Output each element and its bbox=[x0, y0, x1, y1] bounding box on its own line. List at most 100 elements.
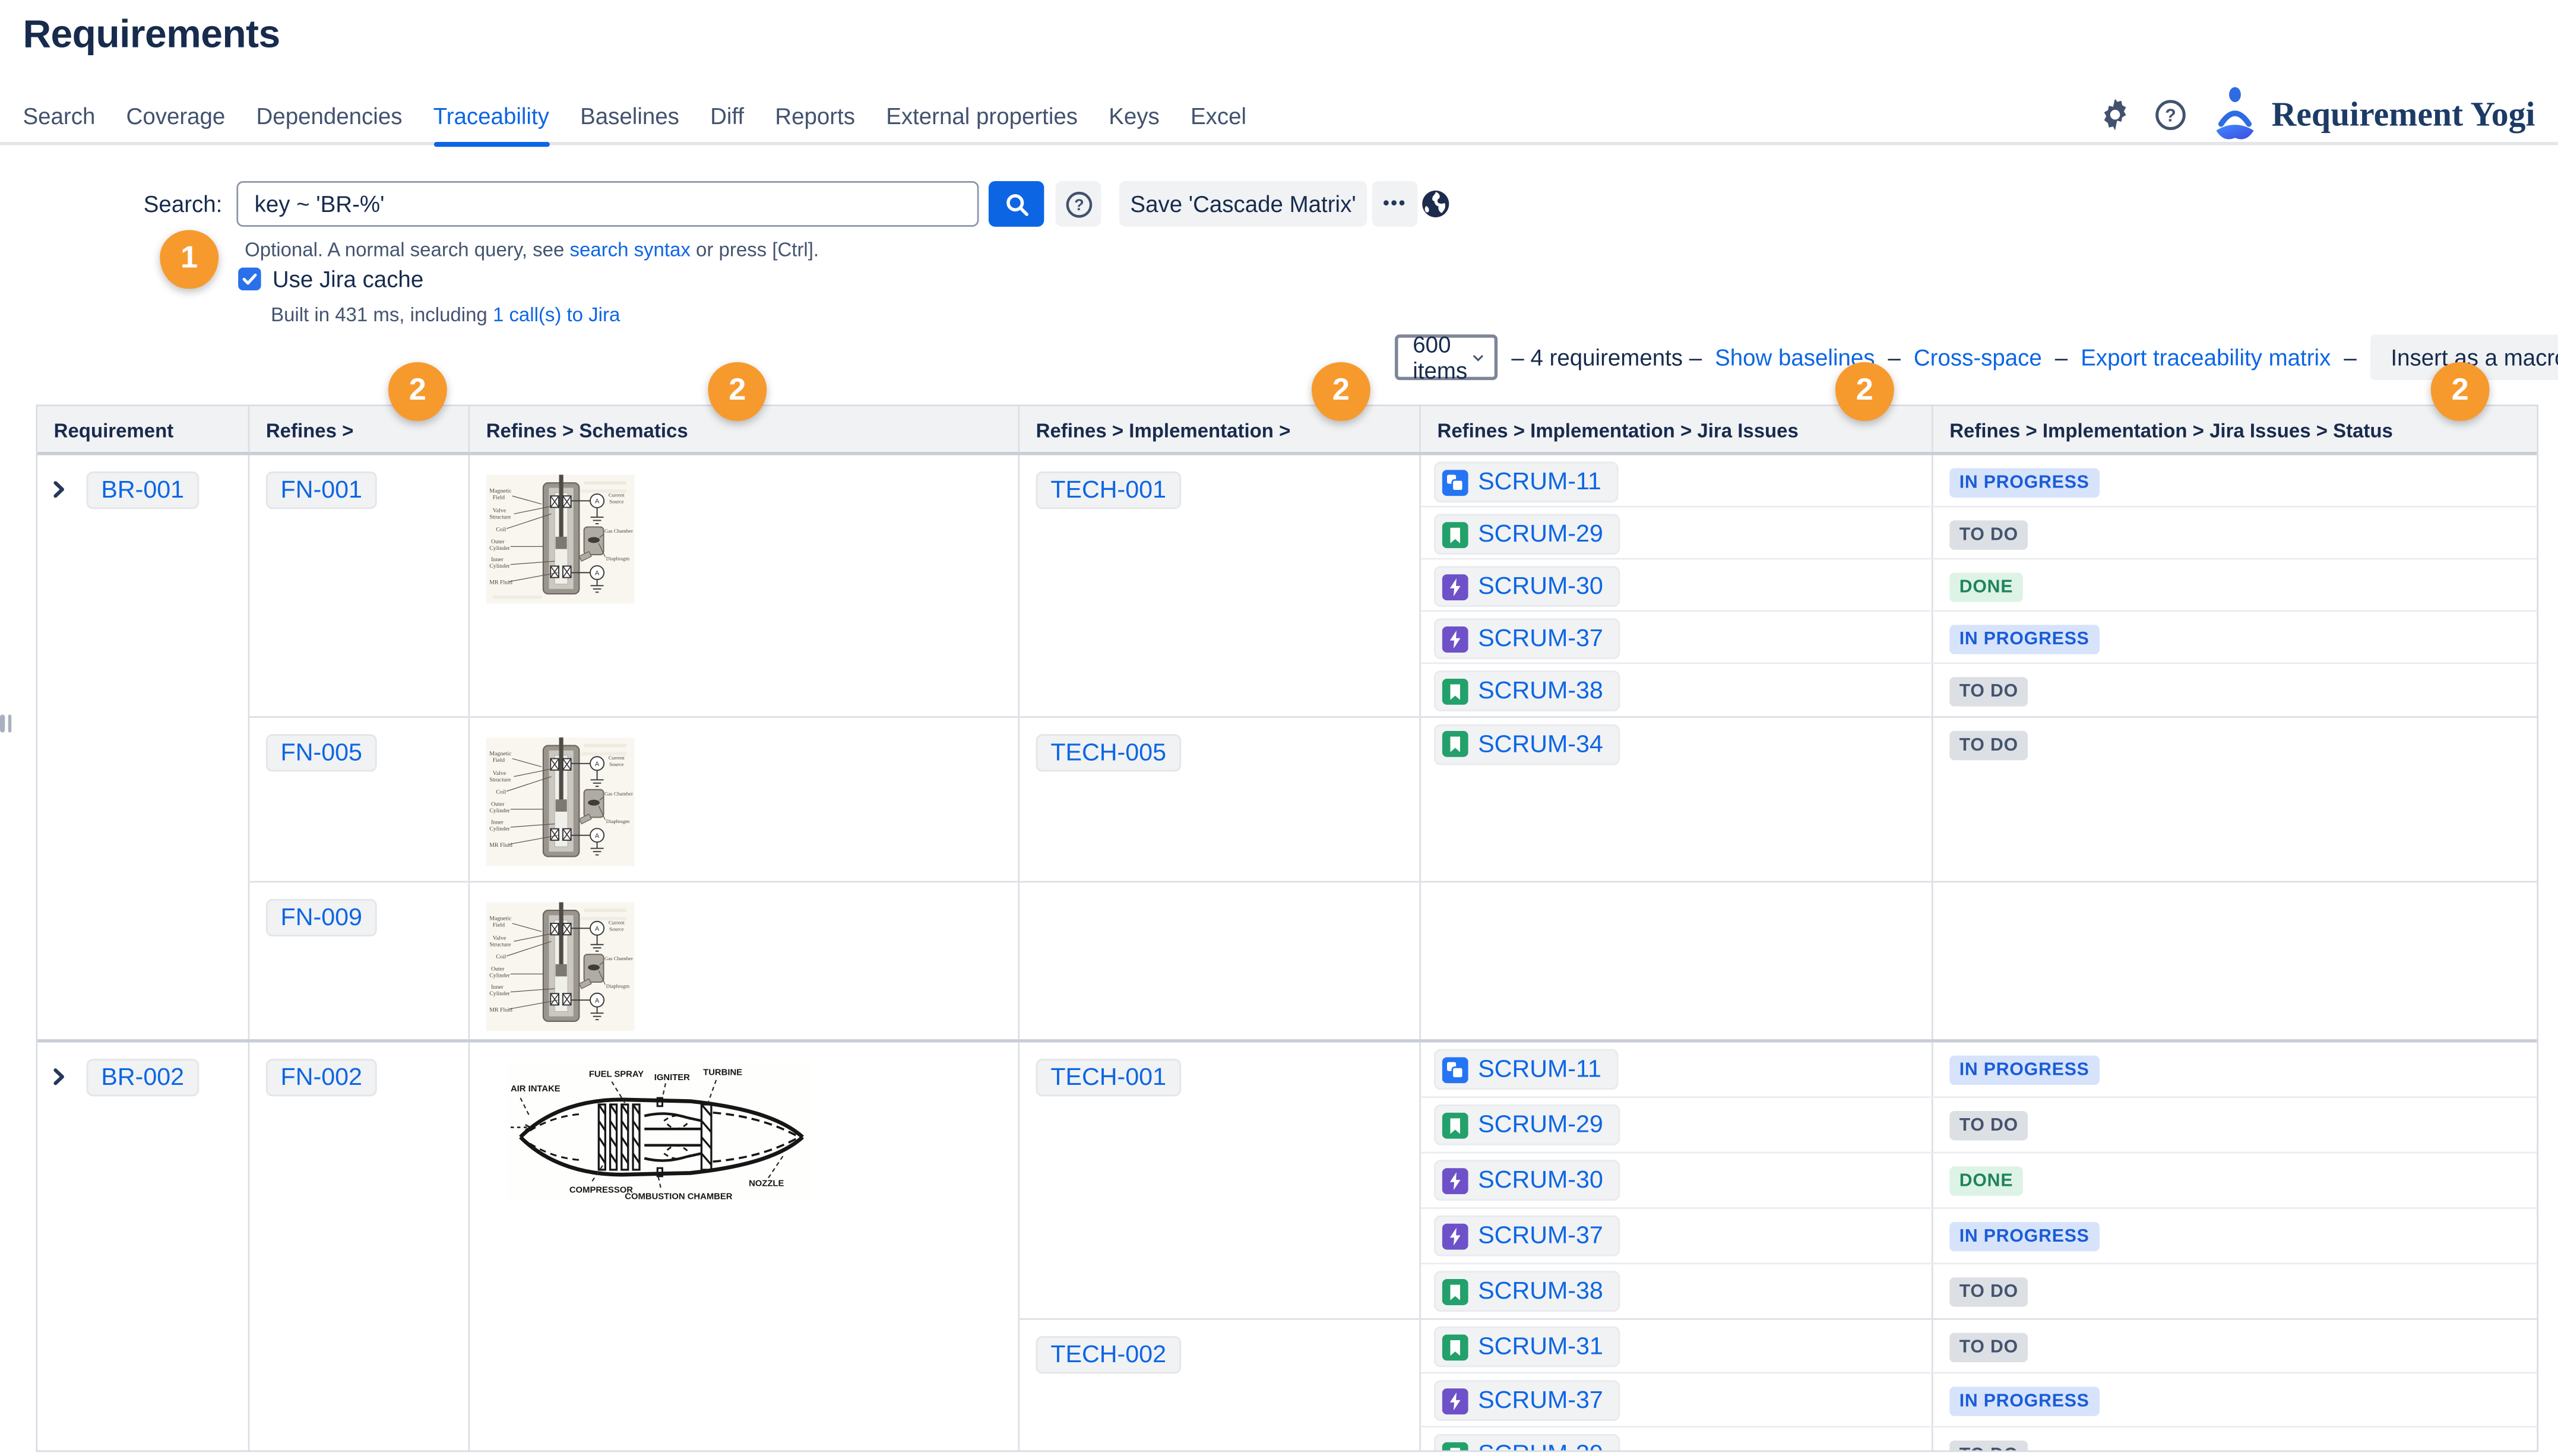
items-count-select[interactable]: 600 items bbox=[1395, 334, 1498, 380]
requirement-link[interactable]: TECH-005 bbox=[1036, 733, 1181, 771]
schematic-cell: FUEL SPRAY IGNITER TURBINE AIR INTAKE CO… bbox=[470, 1043, 1020, 1451]
requirement-link[interactable]: BR-001 bbox=[87, 471, 199, 509]
svg-text:Current: Current bbox=[609, 754, 625, 760]
tab-coverage[interactable]: Coverage bbox=[126, 88, 226, 143]
tab-dependencies[interactable]: Dependencies bbox=[257, 88, 403, 143]
globe-icon[interactable] bbox=[1421, 189, 1450, 219]
expand-chevron-icon[interactable] bbox=[46, 1063, 72, 1090]
svg-text:Gas Chamber: Gas Chamber bbox=[604, 955, 633, 961]
jira-issue-cell: SCRUM-31 bbox=[1421, 1320, 1933, 1372]
tab-diff[interactable]: Diff bbox=[710, 88, 744, 143]
requirement-link[interactable]: FN-002 bbox=[266, 1059, 377, 1096]
svg-text:Field: Field bbox=[493, 922, 505, 929]
svg-text:Structure: Structure bbox=[489, 942, 511, 948]
export-traceability-link[interactable]: Export traceability matrix bbox=[2081, 344, 2331, 371]
help-icon[interactable]: ? bbox=[2156, 99, 2187, 129]
requirement-link[interactable]: FN-001 bbox=[266, 471, 377, 509]
svg-text:Coil: Coil bbox=[496, 526, 506, 533]
tab-baselines[interactable]: Baselines bbox=[580, 88, 679, 143]
mr-damper-schematic-image: A A MagneticField ValveStructure Coil Ou… bbox=[486, 902, 635, 1031]
jira-row: SCRUM-30 DONE bbox=[1421, 560, 2537, 612]
svg-text:?: ? bbox=[1074, 195, 1084, 213]
jira-issue-link[interactable]: SCRUM-37 bbox=[1434, 1216, 1619, 1256]
tab-keys[interactable]: Keys bbox=[1109, 88, 1160, 143]
jira-issue-link[interactable]: SCRUM-29 bbox=[1434, 1104, 1619, 1145]
jira-issue-key: SCRUM-37 bbox=[1478, 1222, 1603, 1250]
jira-issue-link[interactable]: SCRUM-30 bbox=[1434, 1160, 1619, 1201]
status-lozenge: TO DO bbox=[1949, 1333, 2028, 1362]
status-cell: TO DO bbox=[1933, 1427, 2537, 1450]
status-lozenge: IN PROGRESS bbox=[1949, 1056, 2099, 1085]
svg-text:A: A bbox=[595, 498, 600, 505]
status-lozenge: TO DO bbox=[1949, 1277, 2028, 1306]
status-lozenge: TO DO bbox=[1949, 730, 2028, 759]
chevron-down-icon bbox=[1474, 352, 1484, 363]
jira-row: SCRUM-11 IN PROGRESS bbox=[1421, 1043, 2537, 1098]
svg-text:MR Fluid: MR Fluid bbox=[489, 841, 512, 848]
jira-issue-key: SCRUM-29 bbox=[1478, 1111, 1603, 1139]
jira-issue-key: SCRUM-37 bbox=[1478, 1387, 1603, 1414]
jira-issue-link[interactable]: SCRUM-11 bbox=[1434, 462, 1617, 503]
jira-issue-link[interactable]: SCRUM-31 bbox=[1434, 1327, 1619, 1368]
jira-issue-link[interactable]: SCRUM-37 bbox=[1434, 619, 1619, 660]
implementation-cell: TECH-001 bbox=[1020, 1043, 1421, 1318]
svg-text:A: A bbox=[595, 997, 600, 1004]
requirement-yogi-logo[interactable]: Requirement Yogi bbox=[2211, 85, 2535, 144]
search-syntax-link[interactable]: search syntax bbox=[569, 238, 690, 261]
requirement-link[interactable]: FN-005 bbox=[266, 733, 377, 771]
requirement-link[interactable]: TECH-002 bbox=[1036, 1336, 1181, 1373]
jira-issue-cell: SCRUM-11 bbox=[1421, 455, 1933, 506]
pane-resize-handle[interactable] bbox=[0, 714, 11, 732]
jira-issue-link[interactable]: SCRUM-30 bbox=[1434, 566, 1619, 607]
jira-issue-link[interactable]: SCRUM-37 bbox=[1434, 1380, 1619, 1421]
jet-engine-schematic-image: FUEL SPRAY IGNITER TURBINE AIR INTAKE CO… bbox=[507, 1062, 812, 1201]
jira-cache-checkbox[interactable] bbox=[238, 268, 261, 290]
tab-traceability[interactable]: Traceability bbox=[433, 88, 549, 143]
schematic-cell: A A MagneticField ValveStructure Coil Ou… bbox=[470, 717, 1020, 881]
story-icon bbox=[1442, 521, 1468, 547]
svg-text:COMBUSTION CHAMBER: COMBUSTION CHAMBER bbox=[625, 1192, 733, 1201]
requirement-link[interactable]: BR-002 bbox=[87, 1059, 199, 1096]
svg-text:A: A bbox=[595, 832, 600, 839]
cross-space-link[interactable]: Cross-space bbox=[1914, 344, 2042, 371]
search-input[interactable]: key ~ 'BR-%' bbox=[236, 181, 979, 227]
jira-issue-link[interactable]: SCRUM-11 bbox=[1434, 1049, 1617, 1090]
status-cell: IN PROGRESS bbox=[1933, 612, 2537, 663]
svg-text:Inner: Inner bbox=[491, 556, 504, 563]
search-button[interactable] bbox=[989, 181, 1044, 227]
jira-issue-link[interactable]: SCRUM-34 bbox=[1434, 724, 1619, 765]
implementation-cell: TECH-002 bbox=[1020, 1320, 1421, 1451]
status-cell: IN PROGRESS bbox=[1933, 1043, 2537, 1097]
jira-issue-key: SCRUM-11 bbox=[1478, 469, 1601, 496]
jira-issue-link[interactable]: SCRUM-38 bbox=[1434, 1271, 1619, 1312]
jira-row: SCRUM-39 TO DO bbox=[1421, 1427, 2537, 1450]
requirement-link[interactable]: TECH-001 bbox=[1036, 1059, 1181, 1096]
jira-issue-link[interactable]: SCRUM-38 bbox=[1434, 671, 1619, 712]
tab-excel[interactable]: Excel bbox=[1191, 88, 1246, 143]
tab-search[interactable]: Search bbox=[23, 88, 95, 143]
schematic-cell: A A MagneticField ValveStructure Coil Ou… bbox=[470, 882, 1020, 1039]
implementation-cell: TECH-005 bbox=[1020, 717, 1421, 881]
requirement-link[interactable]: TECH-001 bbox=[1036, 471, 1181, 509]
jira-issue-cell: SCRUM-30 bbox=[1421, 1153, 1933, 1207]
impl-block-tech005: TECH-005 SCRUM-34 bbox=[1020, 717, 2537, 881]
tab-reports[interactable]: Reports bbox=[775, 88, 855, 143]
expand-chevron-icon[interactable] bbox=[46, 476, 72, 502]
tab-external-properties[interactable]: External properties bbox=[886, 88, 1078, 143]
save-cascade-matrix-button[interactable]: Save 'Cascade Matrix' bbox=[1119, 181, 1367, 227]
requirement-link[interactable]: FN-009 bbox=[266, 899, 377, 936]
jira-issue-link[interactable]: SCRUM-29 bbox=[1434, 514, 1619, 555]
jira-issue-link[interactable]: SCRUM-39 bbox=[1434, 1434, 1619, 1450]
more-options-button[interactable]: ••• bbox=[1372, 181, 1418, 227]
jira-calls-link[interactable]: 1 call(s) to Jira bbox=[493, 303, 620, 326]
refine-block-fn009: FN-009 bbox=[249, 882, 2537, 1039]
status-lozenge: IN PROGRESS bbox=[1949, 625, 2099, 654]
jira-row: SCRUM-29 TO DO bbox=[1421, 1098, 2537, 1153]
status-lozenge: TO DO bbox=[1949, 1441, 2028, 1450]
svg-text:MR Fluid: MR Fluid bbox=[489, 1006, 512, 1013]
svg-text:Outer: Outer bbox=[491, 539, 505, 545]
jira-row: SCRUM-31 TO DO bbox=[1421, 1320, 2537, 1374]
search-help-button[interactable]: ? bbox=[1056, 181, 1101, 227]
gear-icon[interactable] bbox=[2100, 99, 2131, 129]
subtask-icon bbox=[1442, 469, 1468, 495]
